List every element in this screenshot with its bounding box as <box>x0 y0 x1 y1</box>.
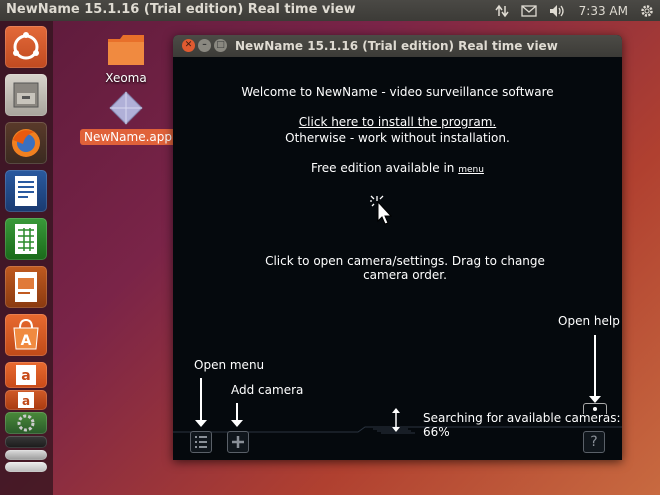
window-title: NewName 15.1.16 (Trial edition) Real tim… <box>235 39 558 53</box>
list-menu-icon <box>195 436 207 448</box>
help-tab[interactable] <box>583 403 607 414</box>
desktop-icon-xeoma[interactable]: Xeoma <box>100 33 152 86</box>
system-tray: 7:33 AM <box>489 0 660 21</box>
libreoffice-calc-icon[interactable] <box>5 218 47 260</box>
plus-icon <box>232 436 244 448</box>
volume-icon[interactable] <box>549 4 567 18</box>
file-manager-icon[interactable] <box>5 74 47 116</box>
add-camera-annotation: Add camera <box>231 383 304 397</box>
clock[interactable]: 7:33 AM <box>579 4 628 18</box>
mail-icon[interactable] <box>521 4 537 17</box>
settings-gear-icon[interactable] <box>640 4 654 18</box>
add-camera-button[interactable] <box>227 431 249 453</box>
software-center-icon[interactable]: A <box>5 314 47 356</box>
install-link[interactable]: Click here to install the program. <box>299 115 496 129</box>
amazon-shopping-icon[interactable]: a <box>5 390 47 410</box>
ubuntu-dash-icon[interactable] <box>5 26 47 68</box>
real-time-view[interactable]: Welcome to NewName - video surveillance … <box>173 57 622 460</box>
top-panel: NewName 15.1.16 (Trial edition) Real tim… <box>0 0 660 21</box>
minimize-icon[interactable]: – <box>198 39 211 52</box>
click-hint-line2: camera order. <box>363 268 447 282</box>
amazon-icon[interactable]: a <box>5 362 47 388</box>
network-icon[interactable] <box>495 4 509 18</box>
question-mark-icon: ? <box>590 434 598 450</box>
maximize-icon[interactable]: □ <box>214 39 227 52</box>
open-help-annotation: Open help <box>558 314 620 328</box>
menu-link[interactable]: menu <box>458 165 484 175</box>
launcher: A a a <box>0 21 53 495</box>
app-window: ✕ – □ NewName 15.1.16 (Trial edition) Re… <box>173 35 622 460</box>
app-package-icon <box>109 91 143 125</box>
menu-button[interactable] <box>190 431 212 453</box>
free-edition-row: Free edition available in menu <box>173 161 622 175</box>
close-icon[interactable]: ✕ <box>182 39 195 52</box>
firefox-icon[interactable] <box>5 122 47 164</box>
trash-icon[interactable] <box>5 450 47 460</box>
open-menu-arrow <box>200 378 202 424</box>
libreoffice-impress-icon[interactable] <box>5 266 47 308</box>
desktop-icon-label: NewName.app <box>80 129 176 145</box>
welcome-text: Welcome to NewName - video surveillance … <box>241 85 554 99</box>
removable-drive-icon[interactable] <box>5 462 47 472</box>
workspace-switcher-icon[interactable] <box>5 436 47 448</box>
svg-text:a: a <box>22 394 30 408</box>
open-menu-annotation: Open menu <box>194 358 265 372</box>
drag-handle-icon[interactable] <box>391 407 401 433</box>
system-settings-icon[interactable] <box>5 412 47 434</box>
open-help-arrow <box>594 335 596 400</box>
svg-text:A: A <box>21 333 32 349</box>
top-panel-title: NewName 15.1.16 (Trial edition) Real tim… <box>6 2 356 17</box>
window-titlebar[interactable]: ✕ – □ NewName 15.1.16 (Trial edition) Re… <box>173 35 622 57</box>
libreoffice-writer-icon[interactable] <box>5 170 47 212</box>
desktop-icon-newname-app[interactable]: NewName.app <box>80 90 176 145</box>
folder-icon <box>108 35 144 65</box>
click-cursor-icon <box>370 195 393 225</box>
otherwise-text: Otherwise - work without installation. <box>285 131 510 145</box>
click-hint-line1: Click to open camera/settings. Drag to c… <box>265 254 545 268</box>
svg-text:a: a <box>21 368 30 384</box>
help-button[interactable]: ? <box>583 431 605 453</box>
free-edition-text: Free edition available in <box>311 161 455 175</box>
desktop-icon-label: Xeoma <box>105 71 147 85</box>
install-link-row: Click here to install the program. <box>173 115 622 129</box>
